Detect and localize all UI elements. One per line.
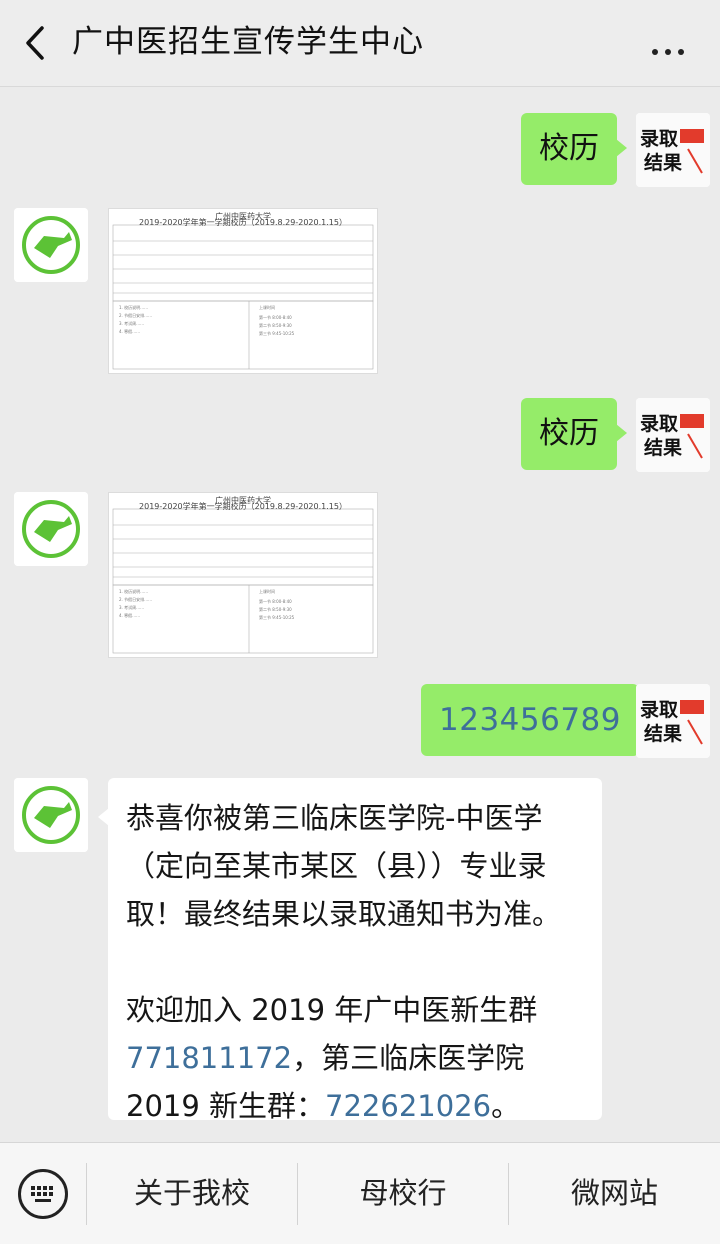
svg-text:2. 节假日安排……: 2. 节假日安排…… xyxy=(119,596,152,602)
message-bubble-outgoing[interactable]: 校历 xyxy=(521,398,627,470)
svg-text:1. 校历说明……: 1. 校历说明…… xyxy=(119,304,148,310)
svg-text:1. 校历说明……: 1. 校历说明…… xyxy=(119,588,148,594)
svg-text:第二节 8:50-9:30: 第二节 8:50-9:30 xyxy=(259,322,292,328)
calendar-image[interactable]: 1. 校历说明…… 2. 节假日安排…… 3. 考试周…… 4. 寒假…… 上课时间… xyxy=(108,208,378,374)
svg-text:录取: 录取 xyxy=(640,699,678,721)
svg-text:第三节 9:45-10:25: 第三节 9:45-10:25 xyxy=(259,330,295,336)
menu-item-alumni[interactable]: 母校行 xyxy=(298,1143,508,1244)
message-bubble-outgoing[interactable]: 校历 xyxy=(521,113,627,185)
bottom-menu-bar: 关于我校 母校行 微网站 xyxy=(0,1142,720,1244)
svg-text:4. 寒假……: 4. 寒假…… xyxy=(119,612,140,618)
svg-text:结果: 结果 xyxy=(644,151,682,174)
svg-text:结果: 结果 xyxy=(644,436,682,459)
svg-text:2. 节假日安排……: 2. 节假日安排…… xyxy=(119,312,152,318)
group-number-link[interactable]: 722621026 xyxy=(325,1089,491,1123)
svg-text:第一节 8:00-8:40: 第一节 8:00-8:40 xyxy=(259,314,292,320)
menu-item-about[interactable]: 关于我校 xyxy=(87,1143,297,1244)
user-avatar[interactable]: 录取 结果 xyxy=(636,398,710,472)
svg-text:第三节 9:45-10:25: 第三节 9:45-10:25 xyxy=(259,614,295,620)
calendar-image[interactable]: 1. 校历说明…… 2. 节假日安排…… 3. 考试周…… 4. 寒假…… 上课时间… xyxy=(108,492,378,658)
chat-header: 广中医招生宣传学生中心 xyxy=(0,0,720,87)
svg-text:第二节 8:50-9:30: 第二节 8:50-9:30 xyxy=(259,606,292,612)
chat-title: 广中医招生宣传学生中心 xyxy=(72,24,424,60)
keyboard-icon[interactable] xyxy=(18,1169,68,1219)
calendar-title: 2019-2020学年第一学期校历（2019.8.29-2020.1.15） xyxy=(139,502,347,511)
official-account-avatar[interactable] xyxy=(14,208,88,282)
user-avatar[interactable]: 录取 结果 xyxy=(636,684,710,758)
group-invite-text: 欢迎加入 2019 年广中医新生群771811172，第三临床医学院 2019 … xyxy=(126,993,538,1123)
svg-text:上课时间: 上课时间 xyxy=(259,588,275,594)
more-icon[interactable] xyxy=(652,40,692,55)
svg-text:录取: 录取 xyxy=(640,413,678,435)
official-account-avatar[interactable] xyxy=(14,492,88,566)
svg-text:录取: 录取 xyxy=(640,128,678,150)
back-icon[interactable] xyxy=(22,24,50,62)
svg-text:4. 寒假……: 4. 寒假…… xyxy=(119,328,140,334)
svg-text:上课时间: 上课时间 xyxy=(259,304,275,310)
svg-text:3. 考试周……: 3. 考试周…… xyxy=(119,320,144,326)
message-bubble-outgoing[interactable]: 123456789 xyxy=(421,684,650,756)
group-number-link[interactable]: 771811172 xyxy=(126,1041,292,1075)
menu-item-microsite[interactable]: 微网站 xyxy=(509,1143,720,1244)
admission-text: 恭喜你被第三临床医学院-中医学（定向至某市某区（县））专业录取！最终结果以录取通… xyxy=(126,801,562,931)
user-avatar[interactable]: 录取 结果 xyxy=(636,113,710,187)
official-account-avatar[interactable] xyxy=(14,778,88,852)
svg-text:结果: 结果 xyxy=(644,722,682,745)
svg-text:3. 考试周……: 3. 考试周…… xyxy=(119,604,144,610)
calendar-title: 2019-2020学年第一学期校历（2019.8.29-2020.1.15） xyxy=(139,218,347,227)
message-bubble-incoming[interactable]: 恭喜你被第三临床医学院-中医学（定向至某市某区（县））专业录取！最终结果以录取通… xyxy=(98,778,602,1123)
svg-text:第一节 8:00-8:40: 第一节 8:00-8:40 xyxy=(259,598,292,604)
